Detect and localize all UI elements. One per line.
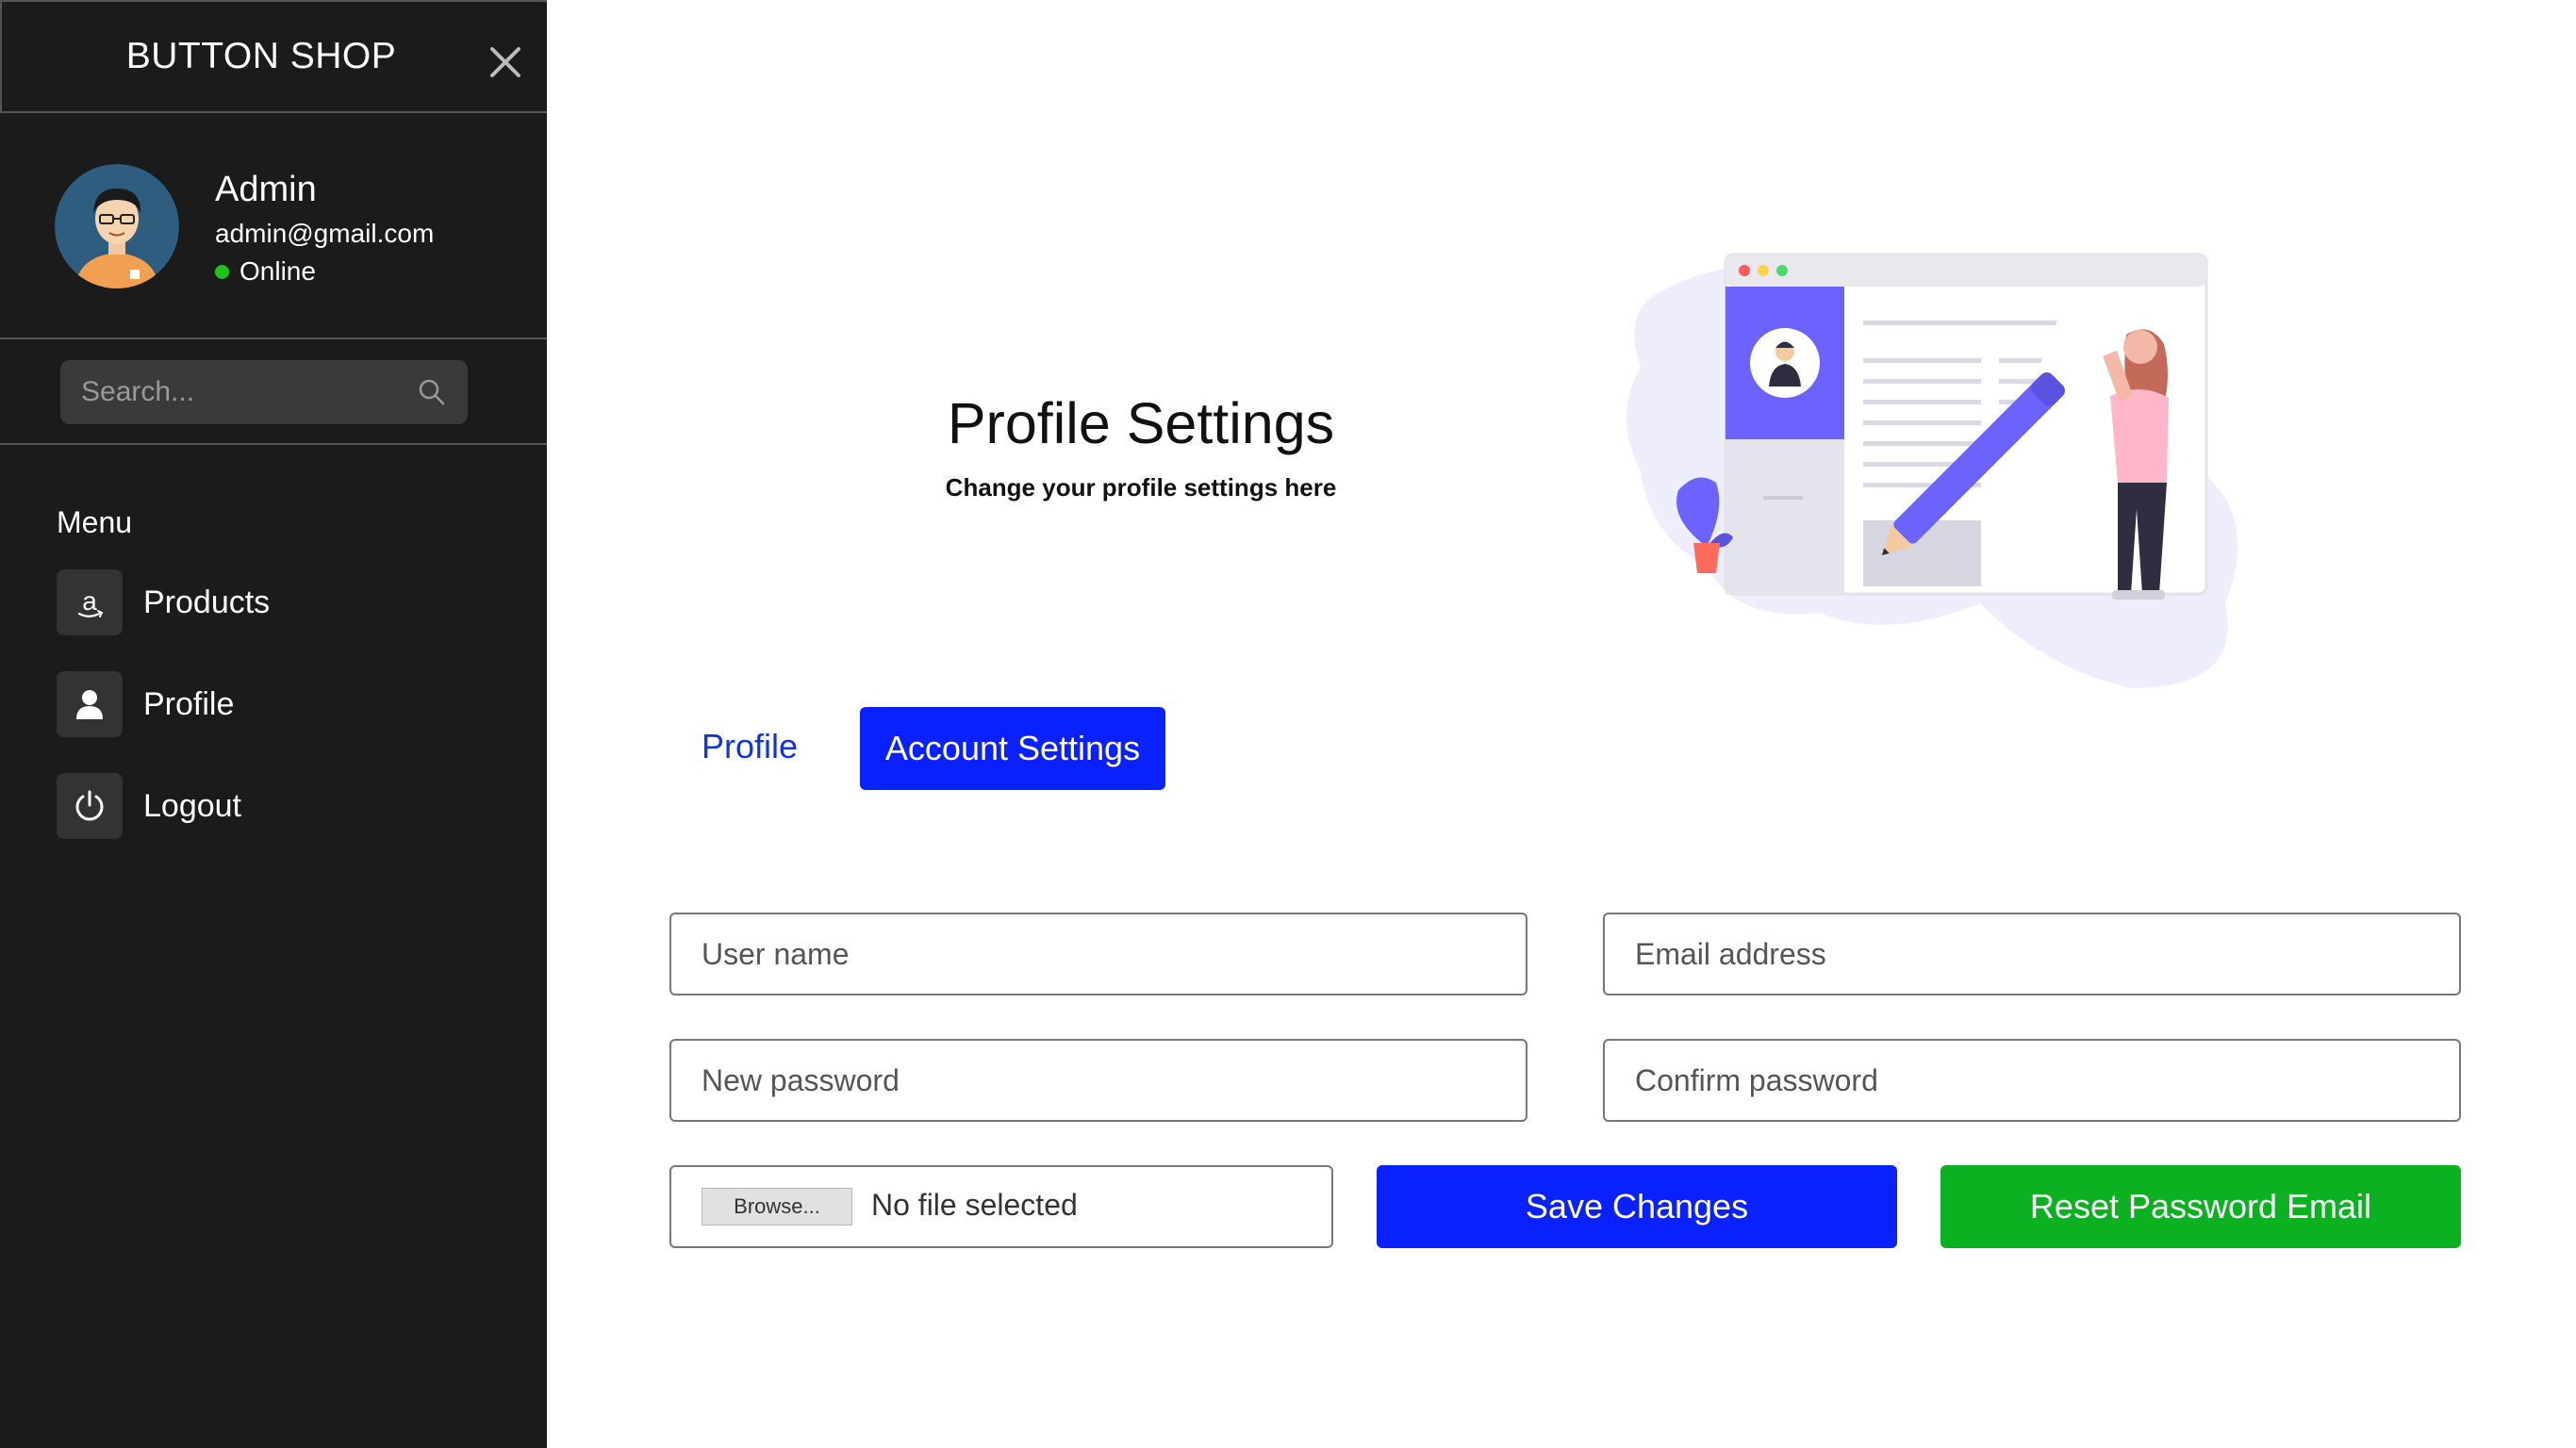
avatar (55, 164, 179, 288)
user-name: Admin (215, 170, 317, 209)
close-icon[interactable] (487, 43, 524, 81)
brand-header: BUTTON SHOP (0, 0, 547, 113)
sidebar-item-label: Logout (143, 788, 241, 824)
amazon-icon: a (57, 569, 123, 635)
save-changes-button[interactable]: Save Changes (1377, 1165, 1897, 1248)
page-subtitle: Change your profile settings here (945, 473, 1337, 502)
file-status-text: No file selected (871, 1188, 1078, 1222)
file-upload-field[interactable]: Browse... No file selected (669, 1165, 1333, 1248)
svg-text:a: a (82, 586, 97, 616)
sidebar-search (0, 339, 547, 445)
brand-title: BUTTON SHOP (125, 36, 397, 76)
menu-heading: Menu (57, 505, 133, 539)
sidebar-item-products[interactable]: a Products (57, 569, 509, 635)
user-status: Online (239, 256, 316, 286)
username-field-wrapper (669, 913, 1527, 996)
confirm-password-field[interactable] (1605, 1041, 2459, 1120)
user-email: admin@gmail.com (215, 219, 435, 248)
email-field-wrapper (1603, 913, 2461, 996)
power-icon (57, 773, 123, 839)
new-password-field[interactable] (671, 1041, 1526, 1120)
search-input[interactable] (60, 360, 409, 424)
tab-profile[interactable]: Profile (679, 705, 820, 788)
sidebar-item-logout[interactable]: Logout (57, 773, 509, 839)
search-box (60, 360, 468, 424)
reset-password-email-button[interactable]: Reset Password Email (1940, 1165, 2461, 1248)
sidebar: BUTTON SHOP Admin admin@gmail.com Online… (0, 0, 547, 1448)
search-icon[interactable] (417, 377, 447, 407)
sidebar-item-profile[interactable]: Profile (57, 671, 509, 737)
page-title: Profile Settings (947, 391, 1335, 455)
confirm-password-field-wrapper (1603, 1039, 2461, 1122)
browse-button[interactable]: Browse... (702, 1188, 852, 1226)
tab-account-settings[interactable]: Account Settings (860, 707, 1165, 790)
online-status-dot (215, 265, 229, 279)
user-icon (57, 671, 123, 737)
email-field[interactable] (1605, 914, 2459, 994)
sidebar-item-label: Products (143, 584, 271, 620)
username-field[interactable] (671, 914, 1526, 994)
profile-illustration (1627, 253, 2238, 688)
new-password-field-wrapper (669, 1039, 1527, 1122)
sidebar-item-label: Profile (143, 686, 235, 722)
user-profile-card: Admin admin@gmail.com Online (0, 113, 547, 339)
